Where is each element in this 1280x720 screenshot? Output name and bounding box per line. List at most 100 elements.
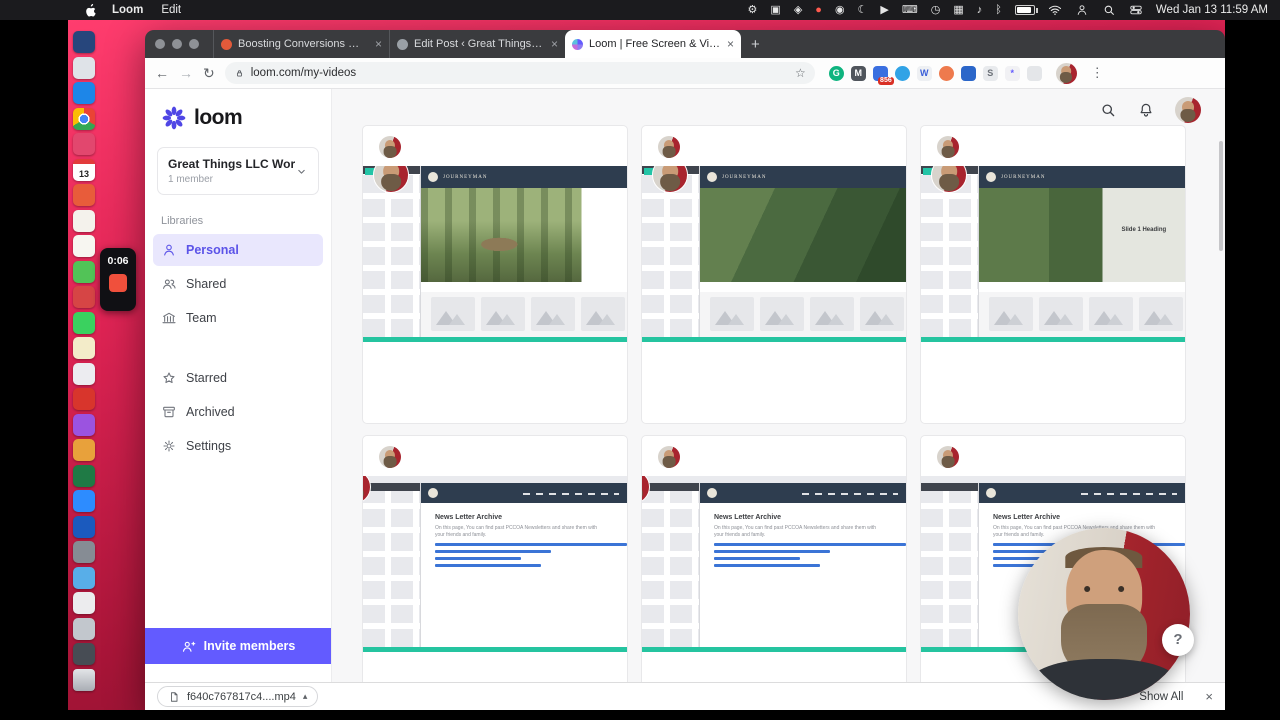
bookmark-extension-icon[interactable]: [961, 66, 976, 81]
close-window-button[interactable]: [155, 39, 165, 49]
download-item[interactable]: f640c767817c4....mp4 ▴: [157, 686, 318, 707]
dock-whatsapp-icon[interactable]: [73, 312, 95, 334]
tab-loom-active[interactable]: Loom | Free Screen & Video Re... ×: [565, 30, 741, 58]
workspace-selector[interactable]: Great Things LLC Works... 1 member: [157, 147, 319, 195]
s-extension-icon[interactable]: S: [983, 66, 998, 81]
user-avatar[interactable]: [1175, 97, 1201, 123]
menu-app-name[interactable]: Loom: [112, 4, 143, 16]
sidebar-item-archived[interactable]: Archived: [153, 396, 323, 428]
dock-word-icon[interactable]: [73, 516, 95, 538]
dock-calendar-icon[interactable]: 13: [73, 159, 95, 181]
help-button[interactable]: ?: [1162, 624, 1194, 656]
dock-icon-17[interactable]: [73, 439, 95, 461]
dock-trash-icon[interactable]: [73, 669, 95, 691]
stop-recording-button[interactable]: [109, 274, 127, 292]
sidebar-item-team[interactable]: Team: [153, 302, 323, 334]
dock-textedit-icon[interactable]: [73, 235, 95, 257]
wordpress-extension-icon[interactable]: W: [917, 66, 932, 81]
extension-m-icon[interactable]: M: [851, 66, 866, 81]
sidebar-item-personal[interactable]: Personal: [153, 234, 323, 266]
minimize-window-button[interactable]: [172, 39, 182, 49]
content-scrollbar[interactable]: [1219, 141, 1223, 251]
dock-appstore-icon[interactable]: [73, 82, 95, 104]
notifier-extension-icon[interactable]: 856: [873, 66, 888, 81]
video-thumbnail[interactable]: JOURNEYMAN: [642, 166, 906, 342]
volume-icon[interactable]: ♪: [977, 0, 983, 20]
video-thumbnail[interactable]: JOURNEYMAN: [363, 166, 627, 342]
tab-close-icon[interactable]: ×: [375, 37, 382, 51]
grammarly-extension-icon[interactable]: G: [829, 66, 844, 81]
dock-icon-15[interactable]: [73, 388, 95, 410]
zoom-window-button[interactable]: [189, 39, 199, 49]
new-tab-button[interactable]: +: [751, 36, 760, 53]
close-downloads-bar-icon[interactable]: ×: [1205, 689, 1213, 704]
video-card[interactable]: JOURNEYMAN Slide 1 Heading: [920, 125, 1186, 424]
bluetooth-icon[interactable]: ᛒ: [995, 0, 1002, 20]
menu-edit[interactable]: Edit: [161, 4, 181, 16]
dock-icon-1[interactable]: [73, 31, 95, 53]
battery-icon[interactable]: [1015, 5, 1035, 15]
tab-close-icon[interactable]: ×: [727, 37, 734, 51]
search-icon[interactable]: [1099, 101, 1117, 119]
tab-edit-post[interactable]: Edit Post ‹ Great Things LLC – ×: [389, 30, 565, 58]
notification-bell-icon[interactable]: [1137, 101, 1155, 119]
spotlight-search-icon[interactable]: [1102, 3, 1116, 17]
menu-bar-clock[interactable]: Wed Jan 13 11:59 AM: [1156, 4, 1268, 16]
dock-notes2-icon[interactable]: [73, 337, 95, 359]
forward-button[interactable]: →: [179, 66, 193, 80]
dropbox-icon[interactable]: ◈: [794, 0, 802, 20]
user-account-icon[interactable]: [1075, 3, 1089, 17]
video-thumbnail[interactable]: News Letter Archive On this page, You ca…: [642, 476, 906, 652]
sidebar-item-shared[interactable]: Shared: [153, 268, 323, 300]
tab-close-icon[interactable]: ×: [551, 37, 558, 51]
keyboard-icon[interactable]: ⌨: [902, 0, 918, 20]
dock-zoom-icon[interactable]: [73, 490, 95, 512]
video-thumbnail[interactable]: JOURNEYMAN Slide 1 Heading: [921, 166, 1185, 342]
apple-menu-icon[interactable]: [84, 3, 96, 18]
webcam-overlay[interactable]: [1018, 528, 1190, 700]
address-bar[interactable]: loom.com/my-videos ☆: [225, 62, 815, 84]
download-expand-icon[interactable]: ▴: [303, 691, 308, 702]
browser-menu-icon[interactable]: ⋮: [1091, 65, 1104, 81]
camera-status-icon[interactable]: ◉: [835, 0, 845, 20]
dock-icon-22[interactable]: [73, 567, 95, 589]
video-card[interactable]: JOURNEYMAN 11 January, 2021 - Loom Recor…: [641, 125, 907, 424]
dock-slack-icon[interactable]: [73, 363, 95, 385]
dock-icon-11[interactable]: [73, 286, 95, 308]
dock-music-icon[interactable]: [73, 414, 95, 436]
dock-icon-7[interactable]: [73, 184, 95, 206]
dock-icon-5[interactable]: [73, 133, 95, 155]
wifi-icon[interactable]: [1048, 3, 1062, 17]
control-center-icon[interactable]: [1129, 3, 1143, 17]
loom-extension-icon[interactable]: *: [1005, 66, 1020, 81]
bookmark-star-icon[interactable]: ☆: [795, 66, 806, 80]
do-not-disturb-icon[interactable]: ☾: [858, 0, 868, 20]
sidebar-item-settings[interactable]: Settings: [153, 430, 323, 462]
dock-icon-25[interactable]: [73, 643, 95, 665]
play-status-icon[interactable]: ▶: [880, 0, 888, 20]
keyboard-brightness-icon[interactable]: ▣: [770, 0, 780, 20]
dock-launchpad-icon[interactable]: [73, 57, 95, 79]
dock-icon-23[interactable]: [73, 592, 95, 614]
mission-control-icon[interactable]: ▦: [953, 0, 963, 20]
video-card[interactable]: News Letter Archive On this page, You ca…: [362, 435, 628, 682]
video-thumbnail[interactable]: News Letter Archive On this page, You ca…: [363, 476, 627, 652]
dock-excel-icon[interactable]: [73, 465, 95, 487]
reload-button[interactable]: ↻: [203, 66, 215, 80]
tab-boosting-conversions[interactable]: Boosting Conversions With Em... ×: [213, 30, 389, 58]
dock-notes-icon[interactable]: [73, 210, 95, 232]
dock-icon-24[interactable]: [73, 618, 95, 640]
display-settings-icon[interactable]: ⚙: [748, 0, 758, 20]
dock-settings-icon[interactable]: [73, 541, 95, 563]
extensions-puzzle-icon[interactable]: [1027, 66, 1042, 81]
dock-chrome-icon[interactable]: [73, 108, 95, 130]
contacts-extension-icon[interactable]: [895, 66, 910, 81]
video-card[interactable]: JOURNEYMAN 11 January, 2021 - Loom Recor…: [362, 125, 628, 424]
video-card[interactable]: News Letter Archive On this page, You ca…: [641, 435, 907, 682]
invite-members-button[interactable]: Invite members: [145, 628, 331, 664]
dock-messages-icon[interactable]: [73, 261, 95, 283]
sidebar-item-starred[interactable]: Starred: [153, 362, 323, 394]
screen-record-status-icon[interactable]: ●: [815, 0, 822, 20]
back-button[interactable]: ←: [155, 66, 169, 80]
hubspot-extension-icon[interactable]: [939, 66, 954, 81]
